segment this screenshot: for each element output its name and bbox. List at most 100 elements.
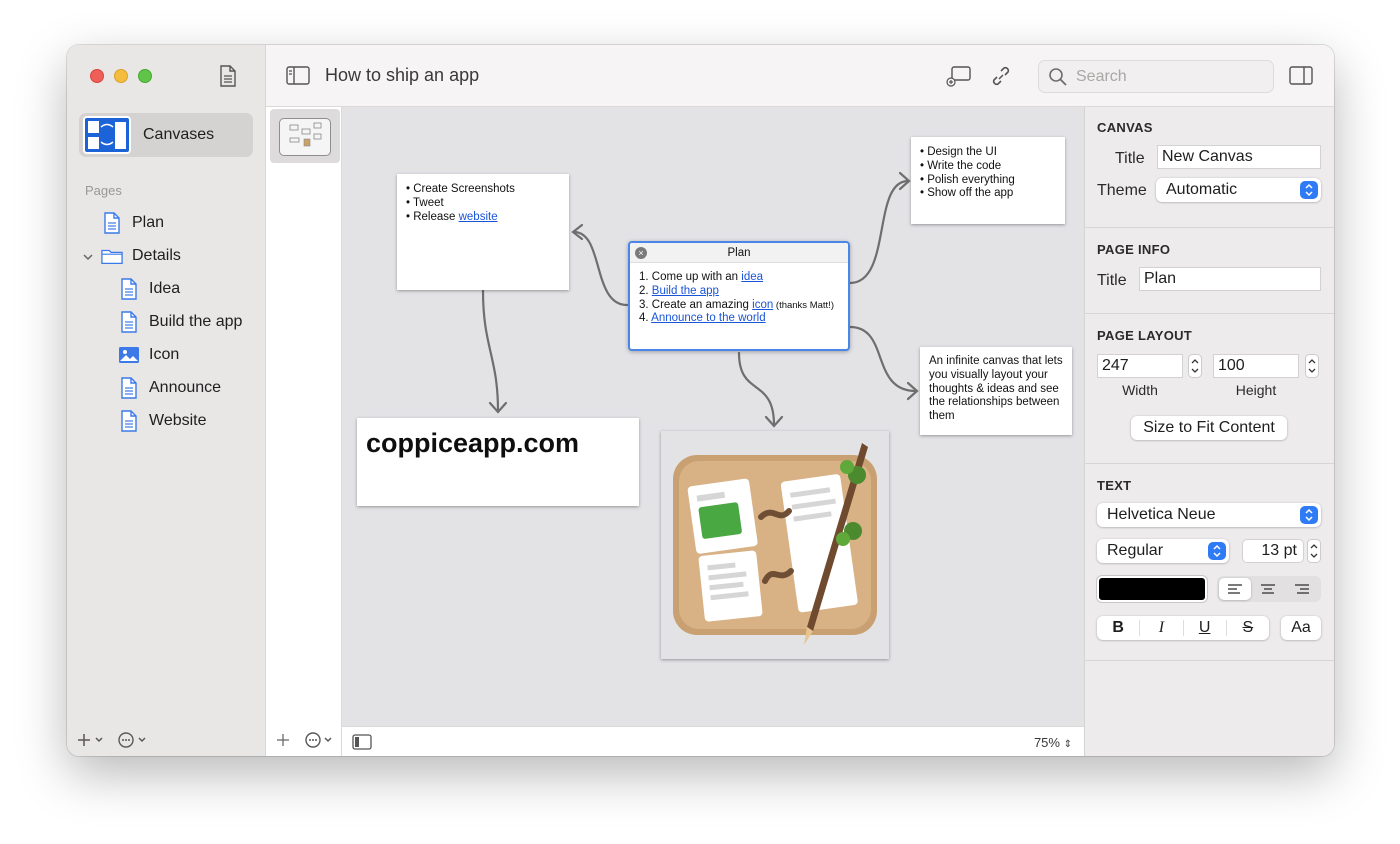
document-icon [118,277,140,301]
sidebar-item-announce[interactable]: Announce [118,374,221,402]
folder-icon [101,244,123,268]
list-item-text: • Release [406,210,459,223]
search-field[interactable]: Search [1038,60,1274,93]
font-family-popup[interactable]: Helvetica Neue [1097,503,1321,527]
zoom-level-control[interactable]: 75% ⇕ [1034,735,1072,750]
align-right-button[interactable] [1285,578,1319,600]
align-left-button[interactable] [1219,578,1251,600]
zoom-level: 75% [1033,735,1060,750]
page-title-label: Title [1097,272,1127,289]
height-field[interactable]: 100 [1213,354,1299,378]
bold-button[interactable]: B [1097,620,1141,636]
font-size-field[interactable]: 13 pt [1242,539,1304,563]
build-the-app-link[interactable]: Build the app [652,285,719,297]
inspector-text-section: TEXT Helvetica Neue Regular 13 pt B I U … [1085,464,1334,661]
search-input[interactable]: Search [1076,68,1127,86]
width-field[interactable]: 247 [1097,354,1183,378]
canvas-title-label: Title [1115,150,1145,167]
font-family-value: Helvetica Neue [1107,506,1216,523]
add-canvas-button[interactable] [275,732,291,748]
width-stepper[interactable] [1188,354,1202,378]
font-style-popup[interactable]: Regular [1097,539,1229,563]
sidebar-item-label: Idea [149,280,181,297]
close-icon[interactable]: × [635,247,647,259]
inspector-panel: CANVAS Title New Canvas Theme Automatic … [1084,107,1334,756]
image-icon [118,343,140,367]
section-header: TEXT [1097,478,1132,493]
canvas-area[interactable]: • Create Screenshots • Tweet • Release w… [342,107,1084,726]
app-icon-image [673,443,877,645]
sidebar-toggle-icon[interactable] [285,64,311,88]
color-row [1085,576,1334,606]
canvas-page-icon[interactable] [661,431,889,659]
font-size-stepper[interactable] [1307,539,1321,563]
list-item: • Show off the app [920,187,1014,200]
italic-button[interactable]: I [1140,620,1184,636]
section-header: CANVAS [1097,120,1153,135]
zoom-window-button[interactable] [138,69,152,83]
sidebar-item-build-the-app[interactable]: Build the app [118,308,242,336]
size-to-fit-button[interactable]: Size to Fit Content [1131,416,1287,440]
plan-card-header: × Plan [630,243,848,263]
document-icon [118,409,140,433]
list-item: • Write the code [920,159,1002,172]
sidebar-item-icon[interactable]: Icon [118,341,179,369]
plan-card-body: 1. Come up with an idea 2. Build the app… [630,263,848,334]
sidebar-item-canvases[interactable]: Canvases [79,113,253,157]
canvas-page-website[interactable]: coppiceapp.com [357,418,639,506]
text-color-well[interactable] [1097,576,1207,602]
more-options-button[interactable] [117,731,151,749]
inspector-page-layout-section: PAGE LAYOUT 247 100 Width Height Size to… [1085,314,1334,464]
list-item: • Release website [406,211,560,225]
canvas-sidebar-toggle-icon[interactable] [352,734,372,755]
sidebar-item-website[interactable]: Website [118,407,207,435]
list-item: 4. Announce to the world [639,312,839,326]
canvas-footer: 75% ⇕ [342,726,1084,756]
idea-link[interactable]: idea [741,271,763,283]
inspector-toggle-icon[interactable] [1288,64,1314,88]
align-left-icon [1228,584,1242,594]
underline-button[interactable]: U [1184,620,1227,636]
height-stepper[interactable] [1305,354,1319,378]
style-row: B I U S Aa [1085,614,1334,644]
popup-chevrons-icon [1300,181,1318,199]
theme-popup[interactable]: Automatic [1156,178,1321,202]
document-icon [118,310,140,334]
document-icon [118,376,140,400]
page-title-field[interactable]: Plan [1139,267,1321,291]
sidebar-item-label: Announce [149,379,222,396]
close-window-button[interactable] [90,69,104,83]
chevron-down-icon[interactable] [81,250,95,264]
sidebar-item-label: Plan [132,214,165,231]
website-link[interactable]: website [459,211,498,223]
add-page-to-canvas-icon[interactable] [945,64,971,88]
font-case-button[interactable]: Aa [1281,616,1321,640]
main-area: How to ship an app Search • Create Scree… [266,45,1334,756]
list-item: • Design the UI [920,146,997,158]
canvas-page-build-the-app[interactable]: • Design the UI • Write the code • Polis… [911,137,1065,224]
canvas-thumbnail-selected[interactable] [270,109,340,163]
sidebar-item-idea[interactable]: Idea [118,275,180,303]
sidebar-item-plan[interactable]: Plan [101,209,164,237]
add-page-button[interactable] [77,731,109,749]
popup-chevrons-icon [1208,542,1226,560]
list-item: • Tweet [406,196,444,209]
announce-link[interactable]: Announce to the world [651,312,765,324]
pages-section-header: Pages [85,183,122,198]
canvas-page-idea[interactable]: • Create Screenshots • Tweet • Release w… [397,174,569,290]
new-page-icon[interactable] [217,64,239,88]
search-icon [1048,67,1068,87]
canvas-title-field[interactable]: New Canvas [1157,145,1321,169]
sidebar-item-details[interactable]: Details [101,242,181,270]
canvas-page-plan[interactable]: × Plan 1. Come up with an idea 2. Build … [628,241,850,351]
width-label: Width [1122,382,1158,398]
link-icon[interactable] [988,64,1014,88]
icon-link[interactable]: icon [752,299,773,311]
align-center-button[interactable] [1251,578,1285,600]
canvas-options-button[interactable] [304,731,338,749]
strikethrough-button[interactable]: S [1227,620,1269,636]
minimize-window-button[interactable] [114,69,128,83]
canvas-page-announce[interactable]: An infinite canvas that lets you visuall… [920,347,1072,435]
sidebar-item-label: Details [132,247,181,264]
list-item: 2. Build the app [639,285,839,299]
